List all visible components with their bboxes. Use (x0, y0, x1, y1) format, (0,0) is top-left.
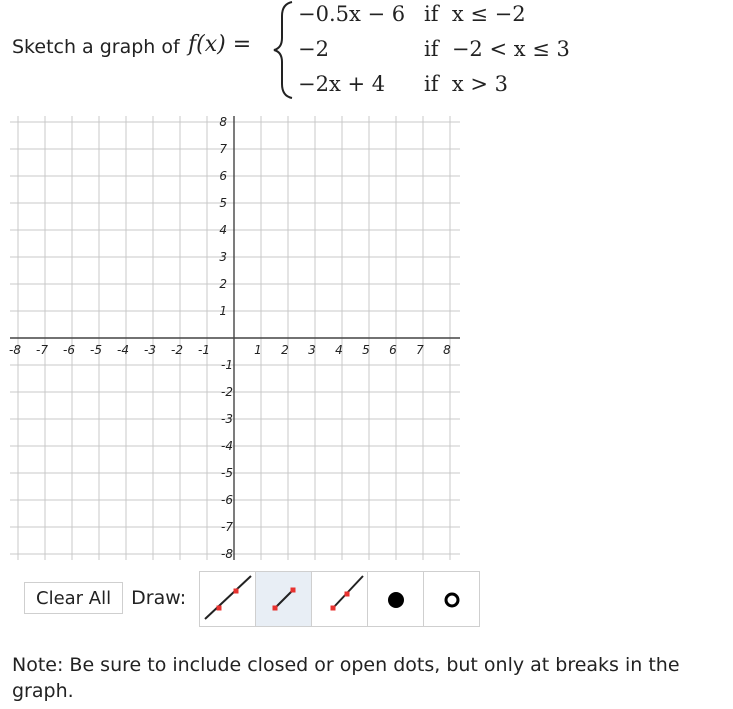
x-tick-label: -8 (9, 343, 21, 357)
y-tick-label: -6 (221, 493, 233, 507)
case-3-condition: if x > 3 (424, 72, 508, 96)
graph-toolbar: Clear All Draw: (24, 571, 192, 625)
instruction-note: Note: Be sure to include closed or open … (12, 654, 680, 702)
y-tick-label: 8 (219, 115, 227, 129)
ray-tool-icon (330, 575, 364, 611)
piecewise-brace (273, 1, 293, 99)
x-tick-label: 1 (254, 343, 262, 357)
y-tick-label: -5 (221, 466, 233, 480)
y-tick-label: 5 (219, 196, 227, 210)
open-dot-icon (444, 592, 459, 608)
y-tick-label: -2 (221, 385, 233, 399)
function-label: f(x) = (188, 32, 251, 57)
y-tick-label: -8 (221, 547, 233, 561)
y-tick-label: -4 (221, 439, 233, 453)
y-tick-label: 4 (219, 223, 227, 237)
x-tick-label: -7 (36, 343, 48, 357)
line-tool-button[interactable] (199, 571, 256, 627)
x-tick-label: -1 (198, 343, 210, 357)
case-1-expression: −0.5x − 6 (298, 2, 406, 26)
open-dot-tool-button[interactable] (423, 571, 480, 627)
case-3-expression: −2x + 4 (298, 72, 386, 96)
draw-label: Draw: (131, 587, 187, 609)
closed-dot-tool-button[interactable] (367, 571, 424, 627)
y-tick-label: 2 (219, 277, 227, 291)
x-tick-label: 6 (389, 343, 397, 357)
case-2-expression: −2 (298, 37, 329, 61)
clear-all-button[interactable]: Clear All (24, 582, 124, 614)
x-tick-label: 8 (443, 343, 451, 357)
y-tick-label: -7 (221, 520, 233, 534)
x-tick-label: 5 (362, 343, 370, 357)
case-2-condition: if −2 < x ≤ 3 (424, 37, 570, 61)
x-tick-label: -5 (90, 343, 102, 357)
graph-canvas[interactable]: -8 -7 -6 -5 -4 -3 -2 -1 1 2 3 4 5 6 7 8 8 7 6 5 4 3 2 1 -1 -2 -3 -4… (0, 110, 470, 565)
closed-dot-icon (387, 592, 404, 608)
function-lhs: f(x) = (188, 32, 252, 57)
x-tick-label: -3 (144, 343, 156, 357)
x-tick-label: 7 (416, 343, 424, 357)
ray-tool-button[interactable] (311, 571, 368, 627)
y-tick-label: 1 (219, 304, 227, 318)
x-tick-label: 3 (308, 343, 316, 357)
segment-tool-button[interactable] (255, 571, 312, 627)
question-prompt: Sketch a graph of (12, 36, 180, 58)
line-tool-icon (203, 575, 252, 620)
x-tick-label: -4 (117, 343, 129, 357)
draw-tools (199, 571, 480, 627)
x-tick-label: -2 (171, 343, 183, 357)
x-tick-label: 2 (281, 343, 289, 357)
y-tick-label: 7 (219, 142, 227, 156)
coordinate-grid[interactable]: -8 -7 -6 -5 -4 -3 -2 -1 1 2 3 4 5 6 7 8 8 7 6 5 4 3 2 1 -1 -2 -3 -4… (0, 110, 470, 565)
case-1-condition: if x ≤ −2 (424, 2, 526, 26)
x-tick-label: -6 (63, 343, 75, 357)
y-tick-label: -1 (221, 358, 233, 372)
y-tick-label: 6 (219, 169, 227, 183)
segment-tool-icon (272, 587, 295, 611)
y-tick-label: -3 (221, 412, 233, 426)
x-tick-label: 4 (335, 343, 343, 357)
y-tick-label: 3 (219, 250, 227, 264)
